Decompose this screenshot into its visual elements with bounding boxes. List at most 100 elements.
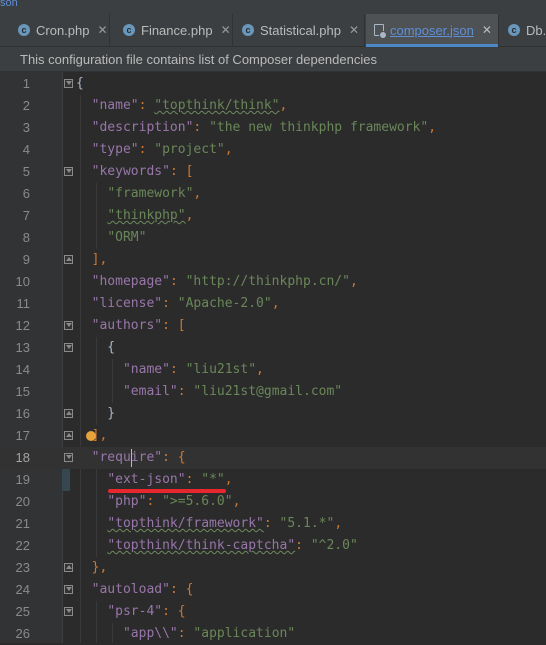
close-icon[interactable]: ✕ (221, 23, 231, 37)
code-text: "description": "the new thinkphp framewo… (91, 120, 437, 135)
code-text: "keywords": [ (91, 164, 194, 179)
code-text: "topthink/framework": "5.1.*", (107, 516, 343, 531)
line-number: 20 (15, 494, 30, 509)
tab-composer-json[interactable]: composer.json ✕ (366, 14, 499, 47)
line-number: 25 (15, 604, 30, 619)
php-file-icon: c (18, 24, 30, 36)
line-number: 11 (16, 296, 31, 311)
code-line: 12 "authors": [ (0, 315, 546, 337)
line-number: 6 (22, 186, 30, 201)
close-icon[interactable]: ✕ (97, 23, 107, 37)
code-text: "php": ">=5.6.0", (107, 494, 241, 509)
code-line: 13 { (0, 337, 546, 359)
line-number: 12 (15, 318, 30, 333)
tab-finance-php[interactable]: c Finance.php ✕ (111, 14, 233, 46)
code-text: "thinkphp", (107, 208, 194, 223)
fold-icon[interactable] (64, 321, 73, 330)
fold-icon[interactable] (64, 607, 73, 616)
line-number: 15 (15, 384, 30, 399)
close-icon[interactable]: ✕ (349, 23, 359, 37)
tab-cron-php[interactable]: c Cron.php ✕ (0, 14, 110, 46)
file-info-banner: This configuration file contains list of… (0, 47, 546, 72)
line-number: 9 (22, 252, 30, 267)
code-text: "psr-4": { (107, 604, 186, 619)
json-file-icon (374, 24, 387, 39)
fold-icon[interactable] (64, 563, 73, 572)
code-line: 20 "php": ">=5.6.0", (0, 491, 546, 513)
close-icon[interactable]: ✕ (482, 23, 492, 37)
lightbulb-icon[interactable] (86, 431, 96, 441)
code-text: { (76, 340, 116, 355)
code-text: "autoload": { (91, 582, 194, 597)
code-text: "email": "liu21st@gmail.com" (122, 384, 343, 399)
code-text: "ORM" (107, 230, 147, 245)
code-text: "ext-json": "*", (107, 472, 233, 487)
line-number: 3 (22, 120, 30, 135)
line-number: 21 (15, 516, 30, 531)
code-text: ], (91, 252, 108, 267)
line-number: 19 (15, 472, 30, 487)
line-number: 26 (15, 626, 30, 641)
line-number: 22 (15, 538, 30, 553)
tab-label: Cron.php (36, 22, 90, 38)
code-text: "homepage": "http://thinkphp.cn/", (91, 274, 358, 289)
tab-db[interactable]: c Db. (500, 14, 546, 46)
line-number: 24 (15, 582, 30, 597)
fold-icon[interactable] (64, 167, 73, 176)
tab-label: Db. (526, 22, 546, 38)
code-text: "name": "liu21st", (122, 362, 264, 377)
code-line: 25 "psr-4": { (0, 601, 546, 623)
tab-label: Statistical.php (260, 22, 341, 38)
code-line: 6 "framework", (0, 183, 546, 205)
code-line: 23 }, (0, 557, 546, 579)
code-line: 8 "ORM" (0, 227, 546, 249)
code-text: "topthink/think-captcha": "^2.0" (107, 538, 358, 553)
code-line: 1 { (0, 73, 546, 95)
fold-icon[interactable] (64, 453, 73, 462)
code-line: 4 "type": "project", (0, 139, 546, 161)
code-line: 19 "ext-json": "*", (0, 469, 546, 491)
code-text: }, (91, 560, 108, 575)
line-number: 18 (15, 450, 30, 465)
banner-text: This configuration file contains list of… (20, 51, 377, 67)
code-line: 5 "keywords": [ (0, 161, 546, 183)
line-number: 14 (15, 362, 30, 377)
php-file-icon: c (242, 24, 254, 36)
code-line: 17 ], (0, 425, 546, 447)
code-line: 22 "topthink/think-captcha": "^2.0" (0, 535, 546, 557)
code-line: 14 "name": "liu21st", (0, 359, 546, 381)
code-text: "framework", (107, 186, 202, 201)
code-line: 15 "email": "liu21st@gmail.com" (0, 381, 546, 403)
window-title-strip: son (0, 0, 546, 14)
line-number: 4 (22, 142, 30, 157)
code-line: 21 "topthink/framework": "5.1.*", (0, 513, 546, 535)
line-number: 1 (22, 76, 30, 91)
fold-icon[interactable] (64, 343, 73, 352)
code-text: } (76, 406, 116, 421)
editor-tab-bar: c Cron.php ✕ c Finance.php ✕ c Statistic… (0, 14, 546, 47)
code-line: 2 "name": "topthink/think", (0, 95, 546, 117)
tab-statistical-php[interactable]: c Statistical.php ✕ (234, 14, 365, 46)
fold-icon[interactable] (64, 409, 73, 418)
code-line: 3 "description": "the new thinkphp frame… (0, 117, 546, 139)
line-number: 16 (15, 406, 30, 421)
tab-label: Finance.php (141, 22, 213, 38)
code-line: 16 } (0, 403, 546, 425)
line-number: 23 (15, 560, 30, 575)
php-file-icon: c (508, 24, 520, 36)
line-number: 5 (22, 164, 30, 179)
fold-icon[interactable] (64, 79, 73, 88)
tab-label: composer.json (390, 22, 474, 38)
fold-icon[interactable] (64, 585, 73, 594)
code-line: 26 "app\\": "application" (0, 623, 546, 645)
line-number: 10 (15, 274, 30, 289)
line-number: 8 (22, 230, 30, 245)
fold-icon[interactable] (64, 431, 73, 440)
code-text: "license": "Apache-2.0", (91, 296, 280, 311)
code-line: 9 ], (0, 249, 546, 271)
fold-icon[interactable] (64, 255, 73, 264)
code-text: "name": "topthink/think", (91, 98, 288, 113)
php-file-icon: c (123, 24, 135, 36)
code-line: 11 "license": "Apache-2.0", (0, 293, 546, 315)
code-line: 24 "autoload": { (0, 579, 546, 601)
